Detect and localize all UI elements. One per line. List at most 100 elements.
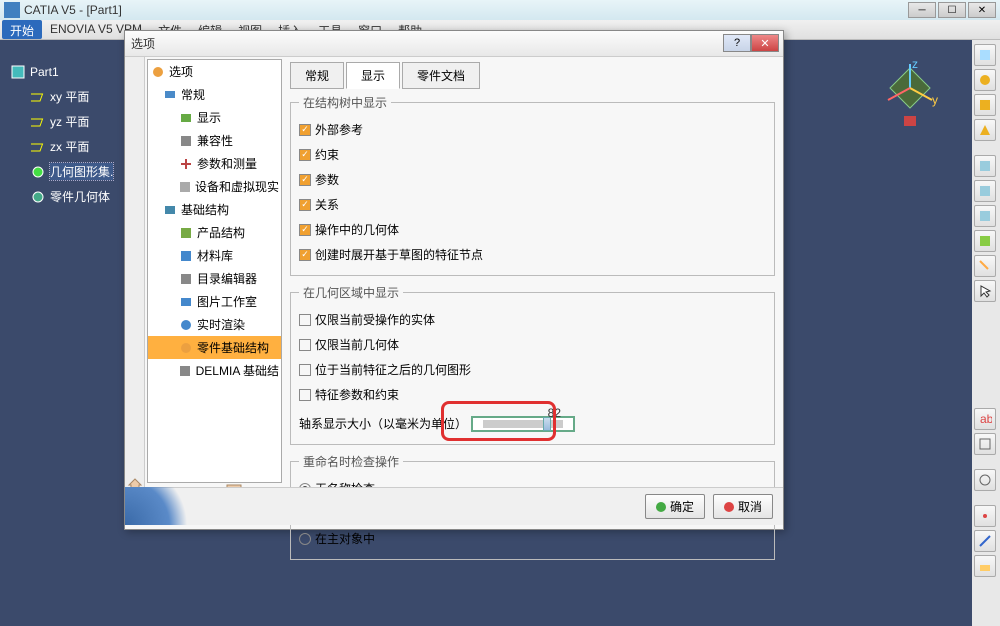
tool-icon[interactable] <box>974 119 996 141</box>
group-tree-display: 在结构树中显示 ✓外部参考 ✓约束 ✓参数 ✓关系 ✓操作中的几何体 ✓创建时展… <box>290 94 775 276</box>
checkbox-only-op-solid[interactable] <box>299 314 311 326</box>
tool-icon[interactable] <box>974 469 996 491</box>
photo-icon <box>178 294 194 310</box>
monitor-icon <box>162 87 178 103</box>
slider-thumb[interactable] <box>543 417 551 431</box>
group-geom-display: 在几何区域中显示 仅限当前受操作的实体 仅限当前几何体 位于当前特征之后的几何图… <box>290 284 775 445</box>
right-toolbar: abc <box>972 40 1000 626</box>
svg-text:abc: abc <box>980 412 992 426</box>
tool-icon[interactable] <box>974 505 996 527</box>
footer-decoration <box>125 487 205 525</box>
menu-start[interactable]: 开始 <box>2 20 42 39</box>
tab-display[interactable]: 显示 <box>346 62 400 89</box>
app-titlebar: CATIA V5 - [Part1] ─ ☐ ✕ <box>0 0 1000 20</box>
tool-icon[interactable] <box>974 205 996 227</box>
tree-infra[interactable]: 基础结构 <box>148 198 281 221</box>
tool-icon[interactable] <box>974 555 996 577</box>
maximize-button[interactable]: ☐ <box>938 2 966 18</box>
svg-text:z: z <box>912 60 918 71</box>
plane-icon <box>30 89 46 105</box>
part-icon <box>10 64 26 80</box>
tabs: 常规 显示 零件文档 <box>290 61 775 88</box>
gear-icon <box>150 64 166 80</box>
dialog-main-panel: 常规 显示 零件文档 在结构树中显示 ✓外部参考 ✓约束 ✓参数 ✓关系 ✓操作… <box>282 57 783 487</box>
tab-partdoc[interactable]: 零件文档 <box>402 62 480 89</box>
checkbox-only-cur-body[interactable] <box>299 339 311 351</box>
compat-icon <box>178 133 194 149</box>
tool-icon[interactable] <box>974 180 996 202</box>
gear-icon <box>178 340 194 356</box>
tree-compat[interactable]: 兼容性 <box>148 129 281 152</box>
tree-yz-plane[interactable]: yz 平面 <box>8 109 115 134</box>
tool-icon[interactable] <box>974 155 996 177</box>
minimize-button[interactable]: ─ <box>908 2 936 18</box>
axis-gizmo[interactable]: z y <box>880 60 940 130</box>
tree-catalog[interactable]: 目录编辑器 <box>148 267 281 290</box>
dialog-left-strip <box>125 57 145 487</box>
tree-photo[interactable]: 图片工作室 <box>148 290 281 313</box>
app-logo-icon <box>4 2 20 18</box>
tree-delmia[interactable]: DELMIA 基础结 <box>148 359 281 382</box>
tool-icon[interactable] <box>974 530 996 552</box>
feature-tree: Part1 xy 平面 yz 平面 zx 平面 几何图形集. 零件几何体 <box>8 60 115 209</box>
ok-button[interactable]: 确定 <box>645 494 705 519</box>
tool-icon[interactable] <box>974 94 996 116</box>
checkbox-relations[interactable]: ✓ <box>299 199 311 211</box>
app-title: CATIA V5 - [Part1] <box>24 3 122 17</box>
checkbox-ext-ref[interactable]: ✓ <box>299 124 311 136</box>
tool-icon[interactable] <box>974 433 996 455</box>
plane-icon <box>30 139 46 155</box>
dialog-close-button[interactable]: ✕ <box>751 34 779 52</box>
checkbox-wip-body[interactable]: ✓ <box>299 224 311 236</box>
options-tree[interactable]: 选项 常规 显示 兼容性 参数和测量 设备和虚拟现实 基础结构 产品结构 材料库… <box>147 59 282 483</box>
cancel-dot-icon <box>724 502 734 512</box>
checkbox-feat-params[interactable] <box>299 389 311 401</box>
infra-icon <box>162 202 178 218</box>
tree-display[interactable]: 显示 <box>148 106 281 129</box>
cancel-button[interactable]: 取消 <box>713 494 773 519</box>
options-dialog: 选项 ? ✕ 选项 常规 显示 兼容性 参数和测量 设备和虚拟现实 基础结构 产… <box>124 30 784 530</box>
checkbox-constraint[interactable]: ✓ <box>299 149 311 161</box>
checkbox-after-feat[interactable] <box>299 364 311 376</box>
tree-partinfra[interactable]: 零件基础结构 <box>148 336 281 359</box>
tool-icon[interactable] <box>974 69 996 91</box>
tree-geoset[interactable]: 几何图形集. <box>8 159 115 184</box>
tree-general[interactable]: 常规 <box>148 83 281 106</box>
material-icon <box>178 248 194 264</box>
delmia-icon <box>178 363 193 379</box>
product-icon <box>178 225 194 241</box>
close-button[interactable]: ✕ <box>968 2 996 18</box>
geoset-icon <box>30 164 46 180</box>
realtime-icon <box>178 317 194 333</box>
radio-main-obj[interactable] <box>299 533 311 545</box>
axis-size-slider[interactable]: 82 <box>471 416 575 432</box>
tool-icon[interactable]: abc <box>974 408 996 430</box>
dialog-footer: 确定 取消 <box>125 487 783 525</box>
tree-xy-plane[interactable]: xy 平面 <box>8 84 115 109</box>
tree-zx-plane[interactable]: zx 平面 <box>8 134 115 159</box>
tree-partbody[interactable]: 零件几何体 <box>8 184 115 209</box>
tab-general[interactable]: 常规 <box>290 62 344 89</box>
tree-product[interactable]: 产品结构 <box>148 221 281 244</box>
dialog-titlebar[interactable]: 选项 ? ✕ <box>125 31 783 57</box>
tree-realtime[interactable]: 实时渲染 <box>148 313 281 336</box>
cursor-icon[interactable] <box>974 280 996 302</box>
tree-devices[interactable]: 设备和虚拟现实 <box>148 175 281 198</box>
devices-icon <box>178 179 192 195</box>
checkbox-params[interactable]: ✓ <box>299 174 311 186</box>
tree-options[interactable]: 选项 <box>148 60 281 83</box>
tree-root[interactable]: Part1 <box>8 60 115 84</box>
tool-icon[interactable] <box>974 44 996 66</box>
dialog-help-button[interactable]: ? <box>723 34 751 52</box>
tree-material[interactable]: 材料库 <box>148 244 281 267</box>
body-icon <box>30 189 46 205</box>
tool-icon[interactable] <box>974 255 996 277</box>
params-icon <box>178 156 194 172</box>
ok-dot-icon <box>656 502 666 512</box>
axis-size-label: 轴系显示大小（以毫米为单位） <box>299 415 467 432</box>
checkbox-expand-sketch[interactable]: ✓ <box>299 249 311 261</box>
dialog-title: 选项 <box>131 35 155 52</box>
display-icon <box>178 110 194 126</box>
tree-params[interactable]: 参数和测量 <box>148 152 281 175</box>
tool-icon[interactable] <box>974 230 996 252</box>
